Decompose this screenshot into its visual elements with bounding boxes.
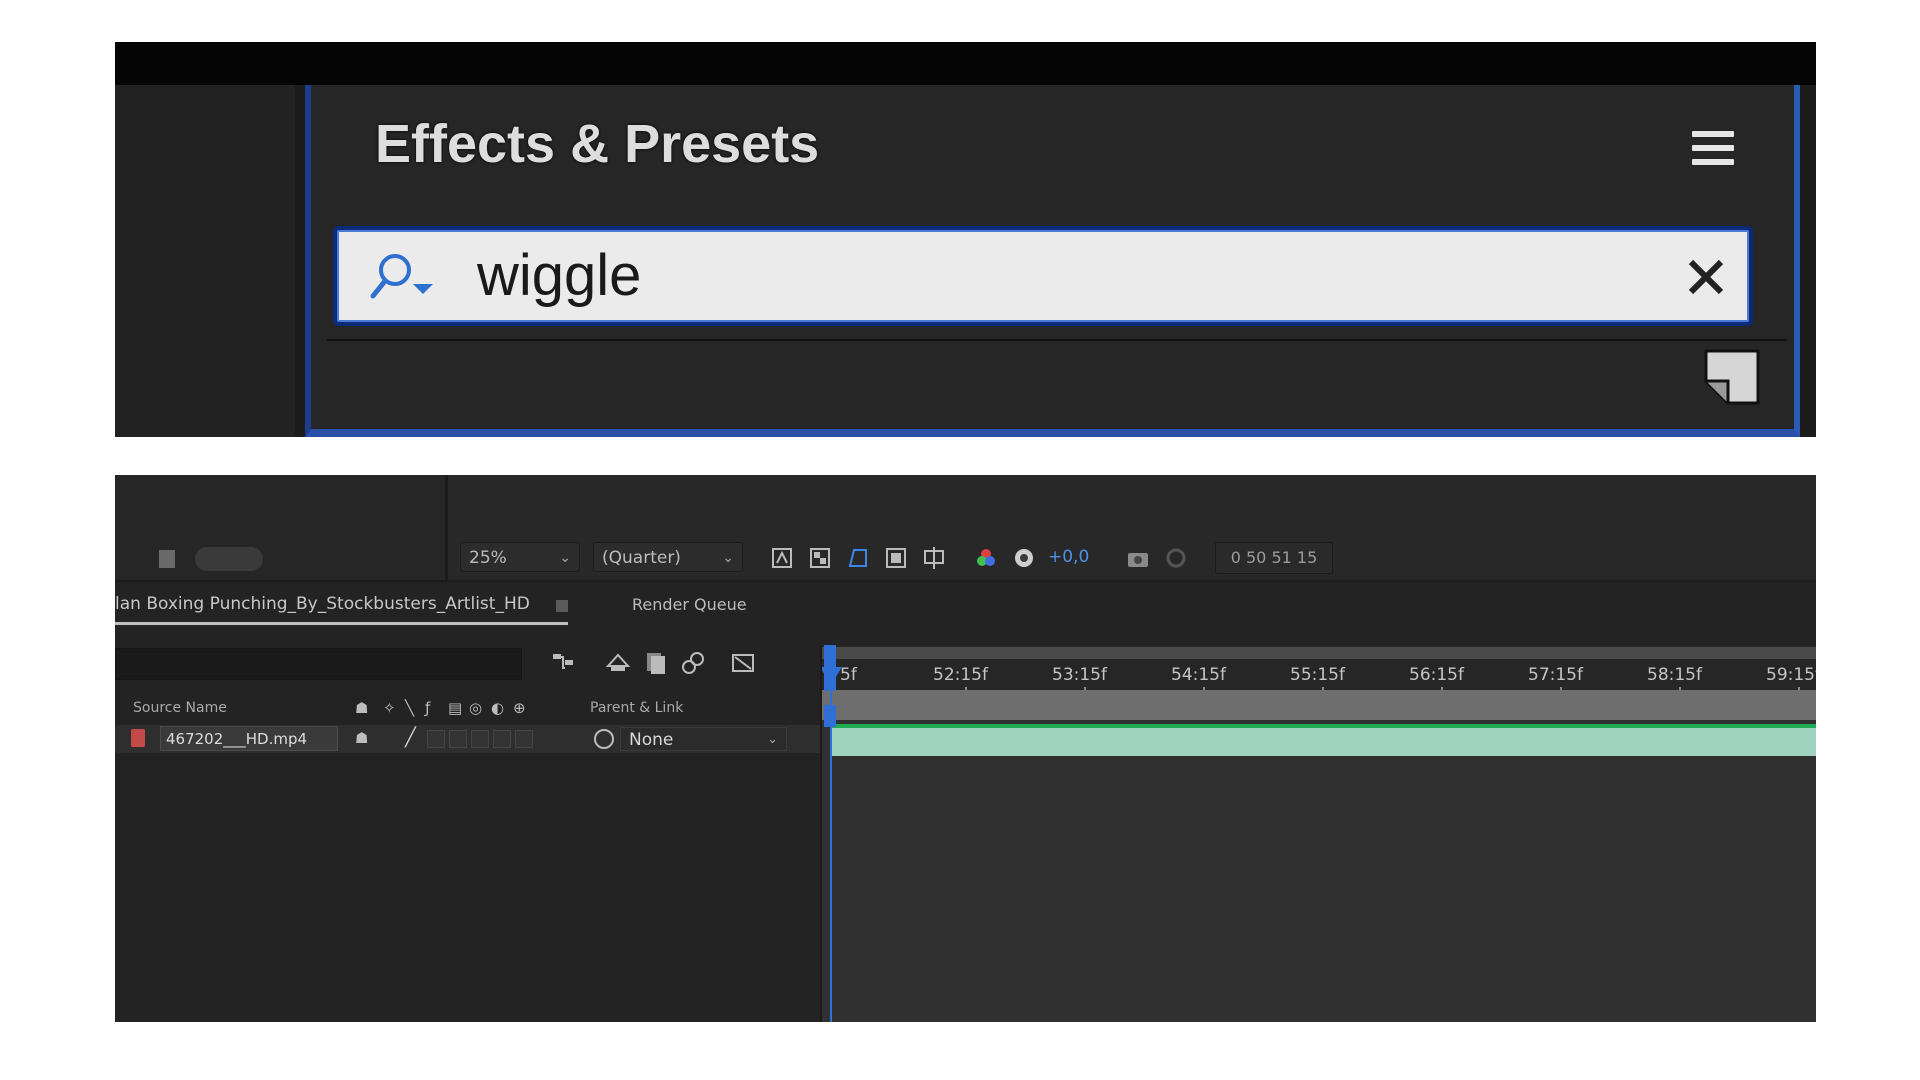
column-parent-link[interactable]: Parent & Link [590, 700, 683, 716]
parent-value: None [629, 730, 674, 750]
panel-divider [820, 645, 822, 1022]
grid-guides-icon[interactable] [923, 547, 945, 569]
show-snapshot-icon[interactable] [1165, 547, 1187, 569]
layer-name[interactable]: 467202___HD.mp4 [160, 726, 338, 751]
layer-column-headers: Source Name ☗ ✧ ╲ ƒ ▤ ◎ ◐ ⊕ Parent & Lin… [115, 697, 820, 721]
quality-switch-icon[interactable]: ╱ [405, 727, 416, 748]
chevron-down-icon: ⌄ [767, 732, 778, 747]
layer-search-input[interactable] [115, 648, 522, 680]
quality-switch-icon: ╲ [405, 699, 415, 717]
tab-render-queue[interactable]: Render Queue [632, 595, 747, 614]
collapse-switch-icon: ✧ [383, 699, 396, 717]
reset-exposure-icon[interactable] [1013, 547, 1035, 569]
draft-3d-icon[interactable] [605, 650, 631, 676]
frame-blend-switch[interactable] [449, 730, 467, 748]
zoom-dropdown[interactable]: 25% ⌄ [460, 542, 580, 572]
hide-shy-layers-icon[interactable] [643, 650, 669, 676]
effects-switch-icon: ƒ [425, 699, 431, 717]
ruler-label: 59:15f [1766, 665, 1816, 685]
trash-icon[interactable] [159, 550, 175, 568]
layer-label-color[interactable] [131, 729, 145, 747]
motion-blur-switch[interactable] [471, 730, 489, 748]
ruler-label: 54:15f [1171, 665, 1226, 685]
zoom-value: 25% [469, 548, 507, 568]
time-navigator[interactable] [820, 647, 1816, 659]
motion-blur-switch-icon: ◎ [469, 699, 483, 717]
timecode-display[interactable]: 0 50 51 15 [1215, 542, 1333, 574]
3d-layer-switch-icon: ⊕ [513, 699, 526, 717]
playhead-work-area-marker [824, 705, 836, 727]
panel-title: Effects & Presets [375, 114, 820, 174]
ruler-label: 52:15f [933, 665, 988, 685]
ruler-label: 55:15f [1290, 665, 1345, 685]
left-column [115, 85, 295, 437]
column-source-name[interactable]: Source Name [133, 700, 227, 716]
adjustment-layer-switch-icon: ◐ [491, 699, 505, 717]
chevron-down-icon: ⌄ [722, 550, 734, 566]
composition-mini-flowchart-icon[interactable] [550, 650, 576, 676]
effects-presets-panel: Effects & Presets wiggle [305, 85, 1800, 437]
viewer-toolbar: 25% ⌄ (Quarter) ⌄ +0,0 0 50 51 15 [115, 475, 1816, 580]
effects-switch[interactable] [427, 730, 445, 748]
fast-previews-icon[interactable] [771, 547, 793, 569]
search-value: wiggle [477, 243, 642, 308]
hamburger-menu-icon[interactable] [1692, 131, 1734, 169]
frame-blend-switch-icon: ▤ [448, 699, 463, 717]
playhead-marker[interactable] [820, 667, 842, 685]
effects-presets-zoom-panel: Effects & Presets wiggle [115, 42, 1816, 437]
3d-switch[interactable] [515, 730, 533, 748]
divider [327, 339, 1787, 341]
layer-row[interactable]: 467202___HD.mp4 ☗ ╱ None ⌄ [115, 725, 820, 753]
parent-dropdown[interactable]: None ⌄ [620, 727, 787, 751]
close-icon[interactable] [1681, 252, 1731, 302]
search-icon[interactable] [365, 248, 445, 308]
tab-menu-icon[interactable] [556, 600, 568, 612]
region-of-interest-icon[interactable] [885, 547, 907, 569]
work-area-bar[interactable] [820, 690, 1816, 720]
ruler-label: 53:15f [1052, 665, 1107, 685]
color-depth-pill[interactable] [195, 547, 263, 571]
ruler-label: 57:15f [1528, 665, 1583, 685]
timeline-search-row [115, 645, 820, 680]
channel-rgb-icon[interactable] [975, 547, 997, 569]
frame-blending-icon[interactable] [680, 650, 706, 676]
ruler-label: 58:15f [1647, 665, 1702, 685]
ruler-label: 5f [840, 665, 857, 685]
shy-switch-icon: ☗ [355, 699, 369, 717]
active-tab-underline [115, 622, 568, 625]
timeline-zoom-panel: 25% ⌄ (Quarter) ⌄ +0,0 0 50 51 15 lan Bo… [115, 475, 1816, 1022]
adjustment-switch[interactable] [493, 730, 511, 748]
layer-duration-bar[interactable] [832, 724, 1816, 756]
timeline-graph-area[interactable]: 5f 52:15f 53:15f 54:15f 55:15f 56:15f 57:15f 58… [820, 645, 1816, 1022]
motion-blur-icon[interactable] [730, 650, 756, 676]
transparency-grid-icon[interactable] [809, 547, 831, 569]
project-panel-edge [115, 475, 448, 580]
exposure-value[interactable]: +0,0 [1048, 542, 1089, 572]
new-item-icon[interactable] [1702, 347, 1764, 409]
ruler-label: 56:15f [1409, 665, 1464, 685]
tab-composition[interactable]: lan Boxing Punching_By_Stockbusters_Artl… [115, 594, 530, 614]
effects-search-input[interactable]: wiggle [333, 226, 1753, 326]
camera-icon[interactable] [1127, 547, 1149, 569]
top-bar [115, 42, 1816, 85]
shy-switch-icon[interactable]: ☗ [355, 729, 368, 747]
mask-path-icon[interactable] [847, 547, 869, 569]
current-time-indicator[interactable] [830, 645, 832, 1022]
chevron-down-icon: ⌄ [559, 550, 571, 566]
pickwhip-icon[interactable] [594, 729, 614, 749]
resolution-value: (Quarter) [602, 548, 681, 568]
panel-tabs: lan Boxing Punching_By_Stockbusters_Artl… [115, 580, 1816, 627]
resolution-dropdown[interactable]: (Quarter) ⌄ [593, 542, 743, 572]
